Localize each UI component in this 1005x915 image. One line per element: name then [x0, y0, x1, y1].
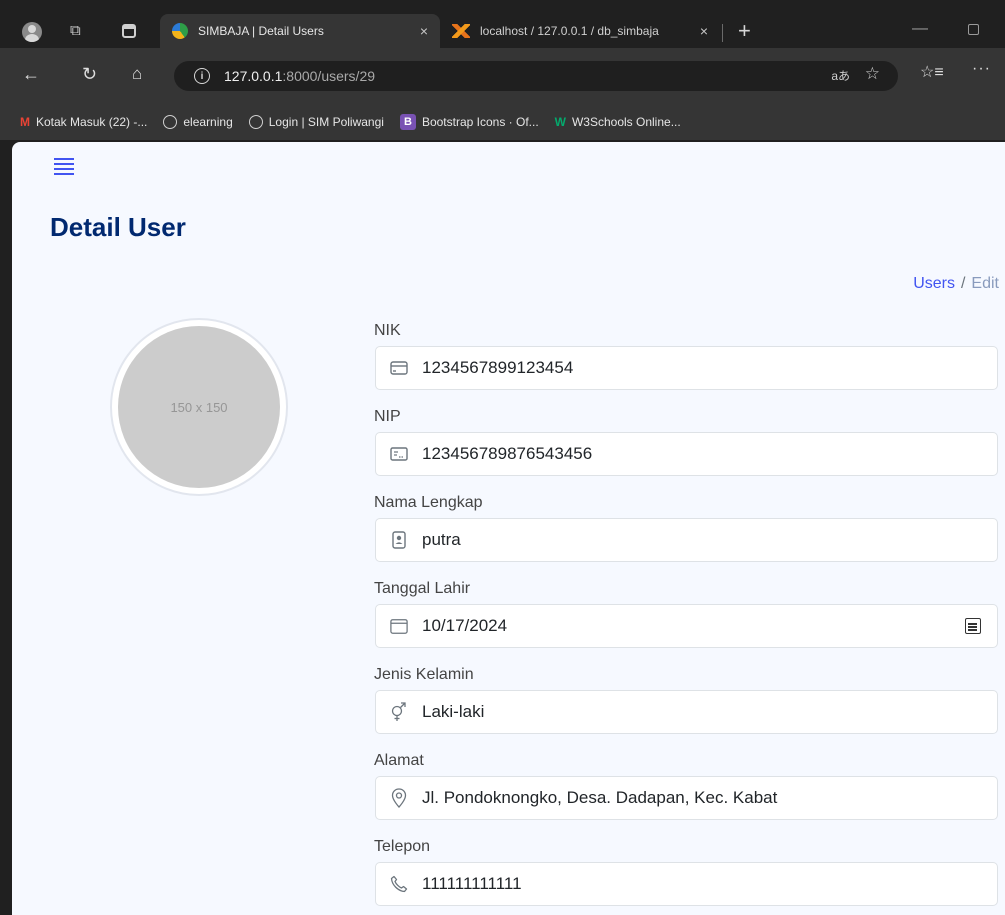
jenis-label: Jenis Kelamin — [374, 666, 474, 683]
nip-field[interactable]: 123456789876543456 — [375, 432, 998, 476]
tab-title: localhost / 127.0.0.1 / db_simbaja — [480, 24, 659, 38]
simbaja-favicon-icon — [172, 23, 188, 39]
favorites-icon[interactable]: ☆≡ — [920, 62, 944, 82]
page-title: Detail User — [50, 212, 186, 242]
nik-value: 1234567899123454 — [422, 358, 574, 377]
nik-field[interactable]: 1234567899123454 — [375, 346, 998, 390]
new-tab-button[interactable]: + — [738, 16, 751, 46]
nip-label: NIP — [374, 408, 401, 425]
person-badge-icon — [390, 531, 408, 549]
globe-icon — [248, 115, 263, 129]
telepon-label: Telepon — [374, 838, 431, 855]
bookmark-sim-poliwangi[interactable]: Login | SIM Poliwangi — [248, 115, 384, 129]
avatar-frame: 150 x 150 — [110, 318, 288, 496]
breadcrumb-users-link[interactable]: Users — [913, 275, 955, 292]
telepon-value: 111111111111 — [422, 874, 522, 893]
nik-label: NIK — [374, 322, 401, 339]
tab-simbaja[interactable]: SIMBAJA | Detail Users × — [160, 14, 440, 48]
minimize-icon[interactable]: — — [912, 20, 928, 38]
telephone-icon — [390, 875, 408, 893]
page-content: Detail User Users / Edit 150 x 150 NIK 123… — [12, 142, 1005, 915]
bookmark-label: Kotak Masuk (22) -... — [36, 115, 148, 129]
bookmark-bootstrap-icons[interactable]: B Bootstrap Icons · Of... — [399, 114, 539, 130]
alamat-label: Alamat — [374, 752, 424, 769]
jenis-value: Laki-laki — [422, 702, 485, 721]
close-tab-icon[interactable]: × — [700, 23, 708, 39]
tanggal-value: 10/17/2024 — [422, 616, 508, 635]
url-path: :8000/users/29 — [282, 68, 376, 84]
nama-field[interactable]: putra — [375, 518, 998, 562]
nama-value: putra — [422, 530, 461, 549]
jenis-field[interactable]: Laki-laki — [375, 690, 998, 734]
favorite-star-icon[interactable]: ☆ — [865, 64, 880, 84]
tab-title: SIMBAJA | Detail Users — [198, 24, 324, 38]
workspaces-icon[interactable]: ⧉ — [70, 22, 88, 40]
bookmark-w3schools[interactable]: W W3Schools Online... — [555, 115, 681, 129]
bookmark-label: Bootstrap Icons · Of... — [421, 115, 539, 129]
w3schools-icon: W — [554, 115, 566, 129]
browser-tabstrip: ⧉ SIMBAJA | Detail Users × localhost / 1… — [0, 0, 1005, 48]
back-icon[interactable]: ← — [22, 62, 40, 86]
nama-label: Nama Lengkap — [374, 494, 483, 511]
bootstrap-icon: B — [399, 114, 416, 130]
nip-value: 123456789876543456 — [422, 444, 593, 463]
globe-icon — [163, 115, 178, 129]
home-icon[interactable]: ⌂ — [132, 62, 142, 86]
phpmyadmin-favicon-icon — [452, 24, 470, 38]
breadcrumb-separator: / — [960, 275, 966, 292]
gmail-icon: M — [20, 115, 30, 129]
url-host: 127.0.0.1 — [224, 68, 283, 84]
tab-phpmyadmin[interactable]: localhost / 127.0.0.1 / db_simbaja × — [440, 14, 720, 48]
maximize-icon[interactable] — [968, 24, 979, 35]
calendar-icon — [390, 617, 408, 635]
refresh-icon[interactable]: ↻ — [82, 62, 97, 86]
alamat-field[interactable]: Jl. Pondoknongko, Desa. Dadapan, Kec. Ka… — [375, 776, 998, 820]
tab-actions-icon[interactable] — [122, 24, 136, 38]
id-card-icon — [390, 447, 408, 461]
gender-ambiguous-icon — [390, 702, 408, 722]
tab-divider — [722, 24, 723, 42]
more-icon[interactable]: ··· — [972, 60, 991, 78]
bookmarks-bar: M Kotak Masuk (22) -... elearning Login … — [0, 104, 1005, 140]
bookmark-label: W3Schools Online... — [571, 115, 681, 129]
breadcrumb-current: Edit — [971, 275, 999, 292]
translate-icon[interactable]: aあ — [831, 67, 850, 84]
breadcrumb: Users / Edit — [913, 275, 999, 293]
alamat-value: Jl. Pondoknongko, Desa. Dadapan, Kec. Ka… — [422, 788, 778, 807]
bookmark-label: elearning — [183, 115, 233, 129]
menu-toggle-icon[interactable] — [54, 158, 74, 178]
avatar: 150 x 150 — [118, 326, 280, 488]
credit-card-icon — [390, 361, 408, 375]
bookmark-elearning[interactable]: elearning — [163, 115, 233, 129]
date-picker-icon[interactable] — [965, 618, 981, 634]
profile-icon[interactable] — [22, 22, 42, 42]
bookmark-label: Login | SIM Poliwangi — [268, 115, 384, 129]
geo-pin-icon — [390, 788, 408, 808]
close-tab-icon[interactable]: × — [420, 23, 428, 39]
tanggal-label: Tanggal Lahir — [374, 580, 471, 597]
site-info-icon[interactable]: i — [194, 68, 210, 84]
bookmark-gmail[interactable]: M Kotak Masuk (22) -... — [20, 115, 147, 129]
telepon-field[interactable]: 111111111111 — [375, 862, 998, 906]
address-bar[interactable]: i 127.0.0.1:8000/users/29 aあ ☆ — [174, 61, 898, 91]
tanggal-field[interactable]: 10/17/2024 — [375, 604, 998, 648]
